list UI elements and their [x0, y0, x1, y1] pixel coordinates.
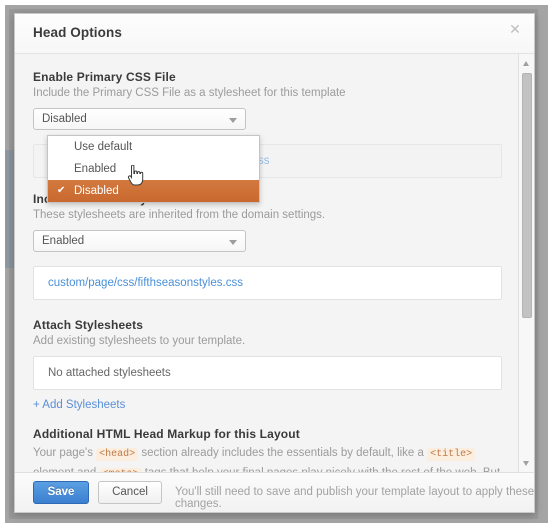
code-tag-head: <head> — [96, 448, 139, 461]
modal-body-scroll-region[interactable]: Enable Primary CSS File Include the Prim… — [15, 54, 534, 474]
dropdown-option-enabled[interactable]: Enabled — [48, 158, 259, 180]
modal-header: Head Options ✕ — [15, 14, 534, 54]
head-options-modal: Head Options ✕ Enable Primary CSS File I… — [14, 13, 535, 513]
vertical-scrollbar[interactable] — [518, 54, 534, 474]
primary-css-dropdown-menu[interactable]: Use default Enabled ✔ Disabled — [47, 135, 260, 203]
modal-body-content: Enable Primary CSS File Include the Prim… — [15, 54, 520, 474]
section-title-attach-stylesheets: Attach Stylesheets — [33, 318, 144, 332]
cancel-button[interactable]: Cancel — [98, 481, 162, 504]
primary-css-select-value: Disabled — [42, 113, 87, 125]
dropdown-option-disabled[interactable]: ✔ Disabled — [48, 180, 259, 202]
close-icon[interactable]: ✕ — [506, 20, 524, 38]
section-desc-domain-stylesheets: These stylesheets are inherited from the… — [33, 209, 326, 221]
domain-stylesheets-file-list: custom/page/css/fifthseasonstyles.css — [33, 266, 502, 300]
code-tag-title: <title> — [427, 448, 476, 461]
footer-note: You'll still need to save and publish yo… — [175, 486, 535, 510]
primary-css-select[interactable]: Disabled — [33, 108, 246, 130]
section-enable-primary-css: Enable Primary CSS File Include the Prim… — [33, 70, 502, 130]
section-title-primary-css: Enable Primary CSS File — [33, 70, 176, 84]
head-markup-description: Your page's <head> section already inclu… — [33, 444, 503, 474]
domain-stylesheets-select-value: Enabled — [42, 235, 85, 247]
page-title: Head Options — [33, 25, 122, 40]
save-button[interactable]: Save — [33, 481, 89, 504]
check-icon: ✔ — [57, 185, 66, 196]
dropdown-option-label: Disabled — [74, 185, 119, 197]
head-markup-text-1: Your page's — [33, 447, 97, 459]
domain-stylesheets-select[interactable]: Enabled — [33, 230, 246, 252]
section-desc-primary-css: Include the Primary CSS File as a styles… — [33, 87, 346, 99]
attached-stylesheets-list: No attached stylesheets — [33, 356, 502, 390]
chevron-down-icon — [229, 240, 237, 245]
head-markup-text-2: section already includes the essentials … — [138, 447, 428, 459]
scroll-up-arrow-icon[interactable] — [519, 56, 534, 71]
add-stylesheets-link[interactable]: + Add Stylesheets — [33, 399, 125, 411]
dropdown-option-label: Use default — [74, 141, 133, 153]
section-domain-stylesheets: Include Domain Stylesheets These stylesh… — [33, 192, 502, 300]
section-attach-stylesheets: Attach Stylesheets Add existing styleshe… — [33, 318, 502, 413]
chevron-down-icon — [229, 118, 237, 123]
scroll-down-arrow-icon[interactable] — [519, 456, 534, 471]
scrollbar-thumb[interactable] — [522, 73, 532, 318]
domain-stylesheet-link[interactable]: custom/page/css/fifthseasonstyles.css — [48, 277, 243, 289]
dropdown-option-label: Enabled — [74, 163, 117, 175]
attached-stylesheets-empty-text: No attached stylesheets — [48, 367, 171, 379]
section-desc-attach-stylesheets: Add existing stylesheets to your templat… — [33, 335, 246, 347]
modal-footer: Save Cancel You'll still need to save an… — [15, 472, 535, 512]
dropdown-option-use-default[interactable]: Use default — [48, 136, 259, 158]
section-head-markup: Additional HTML Head Markup for this Lay… — [33, 427, 502, 474]
section-title-head-markup: Additional HTML Head Markup for this Lay… — [33, 427, 300, 441]
